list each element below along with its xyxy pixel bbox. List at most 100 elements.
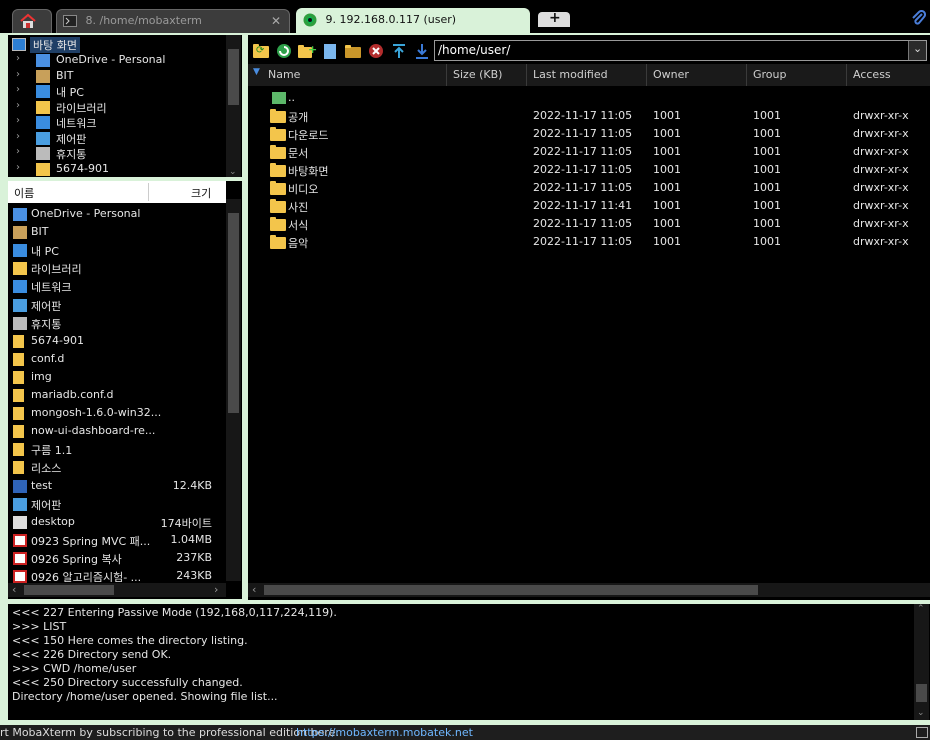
- scroll-left-icon[interactable]: ‹: [252, 583, 256, 596]
- col-name-header[interactable]: 이름: [14, 185, 34, 201]
- scroll-thumb[interactable]: [24, 585, 114, 595]
- tree-item[interactable]: › OneDrive - Personal: [8, 52, 224, 69]
- close-icon[interactable]: ✕: [271, 10, 281, 32]
- control-panel-icon: [13, 497, 27, 511]
- chevron-right-icon[interactable]: ›: [16, 162, 20, 173]
- list-item[interactable]: 내 PC: [8, 242, 224, 259]
- list-item[interactable]: test 12.4KB: [8, 478, 224, 495]
- list-item[interactable]: 휴지통: [8, 315, 224, 332]
- scroll-up-icon[interactable]: ⌃: [917, 604, 925, 614]
- list-item[interactable]: 구름 1.1: [8, 441, 224, 458]
- list-item[interactable]: 5674-901: [8, 333, 224, 350]
- scroll-right-icon[interactable]: ›: [214, 583, 218, 596]
- upload-button[interactable]: [390, 43, 408, 59]
- list-item[interactable]: 제어판: [8, 496, 224, 513]
- table-row[interactable]: 비디오 2022-11-17 11:05 1001 1001 drwxr-xr-x: [248, 179, 928, 197]
- list-item[interactable]: desktop 174바이트: [8, 514, 224, 531]
- chevron-right-icon[interactable]: ›: [16, 53, 20, 64]
- col-modified[interactable]: Last modified: [527, 64, 647, 86]
- open-folder-button[interactable]: [344, 43, 362, 59]
- tab-sftp-session[interactable]: 9. 192.168.0.117 (user): [296, 8, 530, 34]
- new-file-button[interactable]: [321, 43, 339, 59]
- desktop-icon: [12, 38, 26, 51]
- pdf-file-icon: [13, 570, 27, 583]
- user-icon: [36, 69, 50, 83]
- col-owner[interactable]: Owner: [647, 64, 747, 86]
- tree-item[interactable]: › BIT: [8, 68, 224, 85]
- list-item[interactable]: mariadb.conf.d: [8, 387, 224, 404]
- download-button[interactable]: [413, 43, 431, 59]
- scroll-thumb[interactable]: [228, 49, 239, 105]
- tree-item[interactable]: › 라이브러리: [8, 99, 224, 116]
- tree-item[interactable]: › 5674-901: [8, 161, 224, 178]
- scroll-down-icon[interactable]: ⌄: [229, 167, 237, 177]
- col-size[interactable]: Size (KB): [447, 64, 527, 86]
- tab-bar: 8. /home/mobaxterm ✕ 9. 192.168.0.117 (u…: [0, 0, 930, 34]
- tab-local-terminal[interactable]: 8. /home/mobaxterm ✕: [56, 9, 290, 33]
- path-dropdown-button[interactable]: ⌄: [908, 41, 926, 60]
- list-item[interactable]: 라이브러리: [8, 260, 224, 277]
- folder-icon: [270, 163, 286, 177]
- pc-icon: [13, 244, 27, 258]
- home-dir-button[interactable]: ⟳: [252, 43, 270, 59]
- tree-item[interactable]: › 네트워크: [8, 114, 224, 131]
- file-icon: [13, 515, 27, 529]
- col-size-header[interactable]: 크기: [191, 185, 211, 201]
- scroll-thumb[interactable]: [916, 684, 927, 702]
- list-item[interactable]: 네트워크: [8, 278, 224, 295]
- log-scrollbar[interactable]: ⌃ ⌄: [914, 604, 929, 720]
- folder-icon: [270, 235, 286, 249]
- delete-button[interactable]: [367, 43, 385, 59]
- path-input[interactable]: /home/user/ ⌄: [434, 40, 927, 61]
- col-group[interactable]: Group: [747, 64, 847, 86]
- parent-dir-row[interactable]: ..: [248, 89, 928, 107]
- chevron-right-icon[interactable]: ›: [16, 100, 20, 111]
- status-link[interactable]: https://mobaxterm.mobatek.net: [296, 725, 473, 740]
- tree-item[interactable]: › 제어판: [8, 130, 224, 147]
- chevron-right-icon[interactable]: ›: [16, 115, 20, 126]
- scroll-thumb[interactable]: [264, 585, 758, 595]
- table-row[interactable]: 바탕화면 2022-11-17 11:05 1001 1001 drwxr-xr-x: [248, 161, 928, 179]
- list-item[interactable]: conf.d: [8, 351, 224, 368]
- scroll-left-icon[interactable]: ‹: [12, 583, 16, 596]
- chevron-right-icon[interactable]: ›: [16, 131, 20, 142]
- local-tree-panel: 바탕 화면 › OneDrive - Personal › BIT › 내 PC › 라이브러…: [8, 35, 242, 177]
- refresh-button[interactable]: [275, 43, 293, 59]
- table-row[interactable]: 공개 2022-11-17 11:05 1001 1001 drwxr-xr-x: [248, 107, 928, 125]
- list-item[interactable]: 0923 Spring MVC 패... 1.04MB: [8, 532, 224, 549]
- log-line: >>> LIST: [12, 620, 67, 633]
- chevron-right-icon[interactable]: ›: [16, 69, 20, 80]
- new-folder-button[interactable]: +: [298, 43, 317, 59]
- tree-item[interactable]: › 휴지통: [8, 145, 224, 162]
- scroll-down-icon[interactable]: ⌄: [917, 708, 925, 718]
- table-row[interactable]: 다운로드 2022-11-17 11:05 1001 1001 drwxr-xr-x: [248, 125, 928, 143]
- table-row[interactable]: 음악 2022-11-17 11:05 1001 1001 drwxr-xr-x: [248, 233, 928, 251]
- list-item[interactable]: now-ui-dashboard-re...: [8, 423, 224, 440]
- tree-item[interactable]: › 내 PC: [8, 83, 224, 100]
- new-tab-button[interactable]: +: [538, 10, 570, 27]
- tree-root[interactable]: 바탕 화면: [8, 36, 238, 53]
- list-item[interactable]: 제어판: [8, 297, 224, 314]
- list-item[interactable]: 0926 Spring 복사 237KB: [8, 550, 224, 567]
- tree-scrollbar[interactable]: ⌄: [226, 35, 241, 177]
- table-row[interactable]: 서식 2022-11-17 11:05 1001 1001 drwxr-xr-x: [248, 215, 928, 233]
- list-item[interactable]: img: [8, 369, 224, 386]
- list-item[interactable]: 리소스: [8, 459, 224, 476]
- table-row[interactable]: 문서 2022-11-17 11:05 1001 1001 drwxr-xr-x: [248, 143, 928, 161]
- col-name[interactable]: Name: [262, 64, 447, 86]
- folder-icon: [270, 199, 286, 213]
- list-item[interactable]: mongosh-1.6.0-win32...: [8, 405, 224, 422]
- log-line: <<< 250 Directory successfully changed.: [12, 676, 243, 689]
- list-scrollbar-h[interactable]: ‹ ›: [8, 583, 226, 597]
- list-scrollbar-v[interactable]: [226, 199, 241, 581]
- list-item[interactable]: OneDrive - Personal: [8, 206, 224, 223]
- scroll-thumb[interactable]: [228, 213, 239, 413]
- tab-home[interactable]: [12, 9, 52, 33]
- chevron-right-icon[interactable]: ›: [16, 84, 20, 95]
- attachment-icon[interactable]: [910, 10, 926, 26]
- remote-scrollbar-h[interactable]: ‹: [248, 583, 930, 597]
- chevron-right-icon[interactable]: ›: [16, 146, 20, 157]
- list-item[interactable]: BIT: [8, 224, 224, 241]
- col-access[interactable]: Access: [847, 64, 930, 86]
- table-row[interactable]: 사진 2022-11-17 11:41 1001 1001 drwxr-xr-x: [248, 197, 928, 215]
